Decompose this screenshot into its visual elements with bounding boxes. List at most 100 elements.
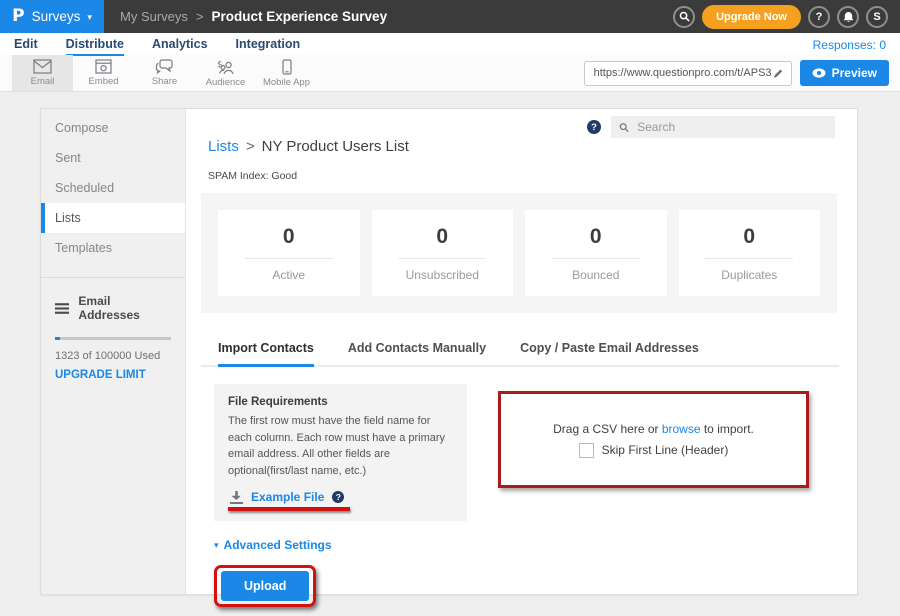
channel-embed[interactable]: Embed <box>73 55 134 91</box>
example-file-help-button[interactable]: ? <box>332 491 344 503</box>
nav-item-analytics[interactable]: Analytics <box>152 37 208 54</box>
tab-add-contacts-manually[interactable]: Add Contacts Manually <box>348 341 486 365</box>
preview-button[interactable]: Preview <box>800 60 889 86</box>
notifications-button[interactable] <box>837 6 859 28</box>
chevron-down-icon: ▾ <box>87 12 92 23</box>
channel-audience[interactable]: $ Audience <box>195 55 256 91</box>
stat-label: Active <box>272 268 305 282</box>
drag-instruction: Drag a CSV here or browse to import. <box>553 422 754 436</box>
search-button[interactable] <box>673 6 695 28</box>
app-switcher[interactable]: P Surveys ▾ <box>0 0 104 33</box>
stat-value: 0 <box>743 225 755 249</box>
upload-annotation-box: Upload <box>214 565 316 607</box>
search-input[interactable] <box>635 119 827 135</box>
survey-url-box <box>584 61 792 86</box>
stat-card-unsubscribed: 0 Unsubscribed <box>372 210 514 296</box>
survey-nav: Edit Distribute Analytics Integration Re… <box>0 33 900 55</box>
spam-index: SPAM Index: Good <box>208 170 297 182</box>
skip-first-line-row: Skip First Line (Header) <box>579 443 729 458</box>
csv-dropzone[interactable]: Drag a CSV here or browse to import. Ski… <box>498 391 809 488</box>
nav-item-edit[interactable]: Edit <box>14 37 38 54</box>
avatar-initial: S <box>873 11 880 23</box>
edit-pencil-icon[interactable] <box>773 68 783 79</box>
question-mark-icon: ? <box>816 11 823 23</box>
email-addresses-header: Email Addresses <box>55 294 171 322</box>
channel-label: Embed <box>88 76 118 87</box>
breadcrumb-parent[interactable]: My Surveys <box>120 9 188 24</box>
usage-progress-bar <box>55 337 171 340</box>
advanced-settings-toggle[interactable]: ▾ Advanced Settings <box>214 538 332 552</box>
account-avatar[interactable]: S <box>866 6 888 28</box>
tab-copy-paste-email-addresses[interactable]: Copy / Paste Email Addresses <box>520 341 699 365</box>
question-mark-icon: ? <box>336 492 341 502</box>
browse-link[interactable]: browse <box>662 422 701 436</box>
caret-down-icon: ▾ <box>214 540 219 551</box>
embed-icon <box>95 59 112 74</box>
help-search-row: ? <box>587 116 835 138</box>
list-detail-main: ? Lists > NY Product Users List SPAM Ind… <box>186 109 857 594</box>
channel-email[interactable]: Email <box>12 55 73 91</box>
annotation-red-underline <box>228 507 350 511</box>
questionpro-logo-icon: P <box>12 8 24 25</box>
dropzone-annotation: Drag a CSV here or browse to import. Ski… <box>498 391 809 521</box>
app-menu-label: Surveys <box>32 9 81 24</box>
channel-label: Email <box>31 76 55 87</box>
search-box <box>611 116 835 138</box>
list-breadcrumb: Lists > NY Product Users List <box>208 138 409 155</box>
sidebar-item-lists[interactable]: Lists <box>41 203 185 233</box>
lists-link[interactable]: Lists <box>208 138 239 155</box>
url-preview-group: Preview <box>584 55 889 91</box>
upgrade-limit-link[interactable]: UPGRADE LIMIT <box>55 369 171 381</box>
audience-icon: $ <box>216 59 235 75</box>
nav-item-distribute[interactable]: Distribute <box>66 37 124 56</box>
import-contacts-pane: File Requirements The first row must hav… <box>214 384 809 607</box>
sidebar-item-sent[interactable]: Sent <box>41 143 185 173</box>
help-button[interactable]: ? <box>808 6 830 28</box>
list-name: NY Product Users List <box>262 138 409 155</box>
upgrade-now-button[interactable]: Upgrade Now <box>702 5 801 29</box>
mobile-phone-icon <box>282 59 292 75</box>
stat-label: Bounced <box>572 268 619 282</box>
file-requirements-title: File Requirements <box>228 396 453 408</box>
breadcrumb-separator: > <box>246 138 255 155</box>
drag-text-before: Drag a CSV here or <box>553 422 662 436</box>
nav-item-integration[interactable]: Integration <box>236 37 301 54</box>
stat-card-active: 0 Active <box>218 210 360 296</box>
channel-share[interactable]: Share <box>134 55 195 91</box>
stat-label: Duplicates <box>721 268 777 282</box>
channel-mobile-app[interactable]: Mobile App <box>256 55 317 91</box>
skip-first-line-label: Skip First Line (Header) <box>602 443 729 457</box>
skip-first-line-checkbox[interactable] <box>579 443 594 458</box>
stat-value: 0 <box>590 225 602 249</box>
email-addresses-title: Email Addresses <box>78 294 171 322</box>
channel-label: Audience <box>206 77 246 88</box>
stat-card-bounced: 0 Bounced <box>525 210 667 296</box>
example-file-label: Example File <box>251 490 324 504</box>
divider <box>705 258 793 259</box>
survey-url-input[interactable] <box>592 66 774 80</box>
sidebar-item-compose[interactable]: Compose <box>41 113 185 143</box>
topbar-actions: Upgrade Now ? S <box>673 5 900 29</box>
sidebar-item-templates[interactable]: Templates <box>41 233 185 263</box>
preview-label: Preview <box>832 66 877 80</box>
divider <box>398 258 486 259</box>
sidebar-item-scheduled[interactable]: Scheduled <box>41 173 185 203</box>
email-addresses-section: Email Addresses 1323 of 100000 Used UPGR… <box>41 278 185 397</box>
responses-count[interactable]: Responses: 0 <box>813 37 886 52</box>
upload-button[interactable]: Upload <box>221 571 309 601</box>
tab-import-contacts[interactable]: Import Contacts <box>218 341 314 367</box>
search-icon <box>619 122 629 133</box>
file-requirements-box: File Requirements The first row must hav… <box>214 384 467 521</box>
top-bar: P Surveys ▾ My Surveys > Product Experie… <box>0 0 900 33</box>
advanced-settings-label: Advanced Settings <box>224 538 332 552</box>
share-icon <box>155 59 174 74</box>
list-stats-band: 0 Active 0 Unsubscribed 0 Bounced 0 Dupl… <box>201 193 837 313</box>
example-file-link[interactable]: Example File ? <box>228 490 350 511</box>
stat-value: 0 <box>283 225 295 249</box>
drag-text-after: to import. <box>701 422 754 436</box>
divider <box>245 258 333 259</box>
page-title: Product Experience Survey <box>212 9 388 24</box>
channel-label: Share <box>152 76 177 87</box>
stat-label: Unsubscribed <box>406 268 479 282</box>
list-help-button[interactable]: ? <box>587 120 601 134</box>
